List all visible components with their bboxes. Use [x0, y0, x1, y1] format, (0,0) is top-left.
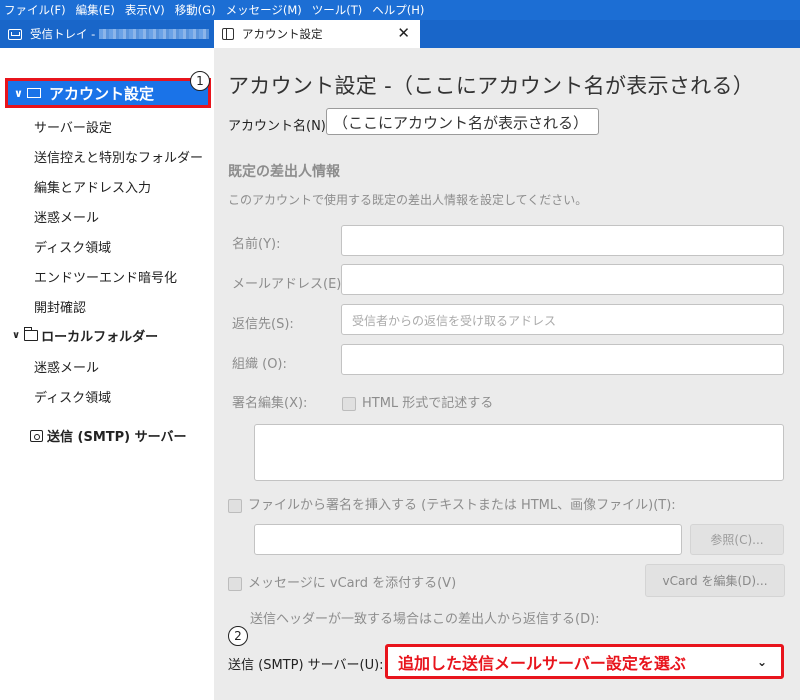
- menu-help[interactable]: ヘルプ(H): [372, 2, 424, 18]
- account-name-label: アカウント名(N):: [228, 119, 331, 134]
- signature-file-checkbox[interactable]: [228, 498, 242, 513]
- envelope-icon: [26, 88, 41, 98]
- email-label: メールアドレス(E):: [232, 277, 346, 292]
- sidebar-item-disk-space[interactable]: ディスク領域: [34, 237, 111, 256]
- organization-input[interactable]: [341, 344, 784, 375]
- menu-go[interactable]: 移動(G): [175, 2, 216, 18]
- signature-file-option[interactable]: ファイルから署名を挿入する (テキストまたは HTML、画像ファイル)(T):: [228, 494, 676, 513]
- folder-icon: [23, 327, 39, 341]
- tab-inbox-label: 受信トレイ -: [30, 27, 96, 41]
- identity-section-title: 既定の差出人情報: [228, 164, 340, 180]
- smtp-server-select[interactable]: 追加した送信メールサーバー設定を選ぶ ⌄: [385, 644, 784, 679]
- sidebar-item-account-settings[interactable]: ∨ アカウント設定: [5, 78, 211, 108]
- identity-section-description: このアカウントで使用する既定の差出人情報を設定してください。: [228, 193, 588, 207]
- sidebar-smtp-label: 送信 (SMTP) サーバー: [47, 430, 187, 445]
- signature-textarea[interactable]: [254, 424, 784, 481]
- signature-html-label: HTML 形式で記述する: [362, 396, 494, 411]
- vcard-checkbox[interactable]: [228, 576, 242, 591]
- sidebar-local-folders-label: ローカルフォルダー: [41, 330, 159, 345]
- vcard-option[interactable]: メッセージに vCard を添付する(V): [228, 572, 456, 591]
- tab-bar: 受信トレイ - アカウント設定 ✕: [0, 20, 800, 48]
- edit-vcard-button[interactable]: vCard を編集(D)...: [645, 564, 785, 597]
- signature-file-input[interactable]: [254, 524, 682, 555]
- sidebar-item-local-folders[interactable]: ∨ ローカルフォルダー: [12, 326, 158, 345]
- sidebar-item-copies-folders[interactable]: 送信控えと特別なフォルダー: [34, 147, 203, 166]
- signature-file-label: ファイルから署名を挿入する (テキストまたは HTML、画像ファイル)(T):: [248, 498, 676, 513]
- sidebar-item-local-junk[interactable]: 迷惑メール: [34, 357, 99, 376]
- reply-to-input[interactable]: 受信者からの返信を受け取るアドレス: [341, 304, 784, 335]
- menu-bar: ファイル(F) 編集(E) 表示(V) 移動(G) メッセージ(M) ツール(T…: [0, 0, 800, 20]
- signature-html-checkbox[interactable]: [342, 396, 356, 411]
- signature-html-option[interactable]: HTML 形式で記述する: [342, 392, 493, 411]
- settings-page-icon: [222, 28, 234, 40]
- menu-tools[interactable]: ツール(T): [312, 2, 363, 18]
- sidebar-item-composition[interactable]: 編集とアドレス入力: [34, 177, 151, 196]
- sidebar-item-junk[interactable]: 迷惑メール: [34, 207, 99, 226]
- sidebar-item-return-receipts[interactable]: 開封確認: [34, 297, 86, 316]
- sidebar-item-server-settings[interactable]: サーバー設定: [34, 117, 112, 136]
- tab-account-label: アカウント設定: [242, 27, 323, 41]
- menu-view[interactable]: 表示(V): [125, 2, 165, 18]
- sidebar-account-label: アカウント設定: [48, 84, 154, 103]
- name-input[interactable]: [341, 225, 784, 256]
- step-badge-1: 1: [190, 71, 210, 91]
- name-label: 名前(Y):: [232, 237, 281, 252]
- sidebar: ∨ アカウント設定 サーバー設定 送信控えと特別なフォルダー 編集とアドレス入力…: [0, 48, 214, 700]
- sidebar-item-smtp-server[interactable]: 送信 (SMTP) サーバー: [30, 426, 187, 445]
- chevron-down-icon[interactable]: ∨: [14, 87, 23, 100]
- page-title: アカウント設定 -（ここにアカウント名が表示される）: [228, 74, 755, 98]
- smtp-server-label: 送信 (SMTP) サーバー(U):: [228, 658, 384, 673]
- smtp-server-icon: [30, 429, 43, 442]
- account-settings-panel: アカウント設定 -（ここにアカウント名が表示される） アカウント名(N): （こ…: [214, 48, 800, 700]
- redacted-account-name: [99, 29, 210, 39]
- close-icon[interactable]: ✕: [397, 24, 410, 42]
- step-badge-2: 2: [228, 626, 248, 646]
- reply-to-label: 返信先(S):: [232, 317, 294, 332]
- tab-inbox[interactable]: 受信トレイ -: [0, 20, 212, 48]
- reply-from-identity-label: 送信ヘッダーが一致する場合はこの差出人から返信する(D):: [250, 612, 600, 627]
- inbox-icon: [8, 28, 22, 40]
- menu-message[interactable]: メッセージ(M): [226, 2, 302, 18]
- signature-label: 署名編集(X):: [232, 396, 308, 411]
- email-input[interactable]: [341, 264, 784, 295]
- organization-label: 組織 (O):: [232, 357, 287, 372]
- chevron-down-icon[interactable]: ∨: [12, 330, 20, 341]
- smtp-server-value: 追加した送信メールサーバー設定を選ぶ: [398, 653, 686, 673]
- sidebar-item-local-disk-space[interactable]: ディスク領域: [34, 387, 111, 406]
- browse-button[interactable]: 参照(C)...: [690, 524, 784, 555]
- tab-account-settings[interactable]: アカウント設定 ✕: [214, 20, 420, 48]
- menu-file[interactable]: ファイル(F): [4, 2, 66, 18]
- sidebar-item-e2e-encryption[interactable]: エンドツーエンド暗号化: [34, 267, 177, 286]
- chevron-down-icon: ⌄: [756, 655, 767, 669]
- account-name-input[interactable]: （ここにアカウント名が表示される）: [326, 108, 599, 135]
- menu-edit[interactable]: 編集(E): [76, 2, 115, 18]
- vcard-label: メッセージに vCard を添付する(V): [248, 576, 457, 591]
